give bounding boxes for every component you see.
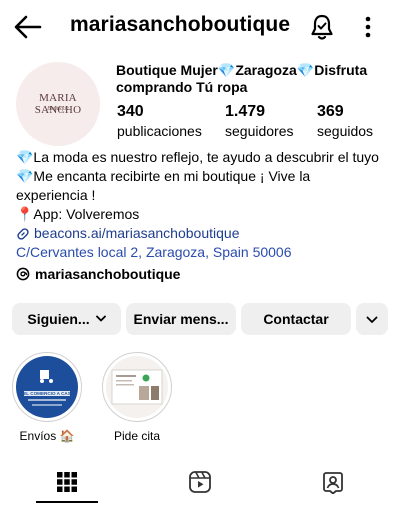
- highlight-label: Envíos 🏠: [19, 429, 75, 443]
- highlight-pide-cita-cover: [106, 356, 168, 418]
- bio-address[interactable]: C/Cervantes local 2, Zaragoza, Spain 500…: [16, 243, 392, 262]
- bio-line: 📍App: Volveremos: [16, 206, 140, 222]
- stat-followers-value: 1.479: [225, 103, 266, 120]
- link-icon: [17, 227, 29, 240]
- delivery-scooter-icon: [24, 370, 70, 406]
- stat-followers-label: seguidores: [225, 123, 294, 139]
- reels-icon: [188, 470, 211, 493]
- highlight-pide-cita[interactable]: Pide cita: [100, 352, 174, 443]
- top-bar: mariasanchoboutique: [0, 0, 400, 54]
- tab-reels[interactable]: [133, 460, 266, 503]
- stat-posts-label: publicaciones: [117, 123, 202, 139]
- profile-bio: 💎La moda es nuestro reflejo, te ayudo a …: [16, 148, 392, 262]
- profile-display-name: Boutique Mujer💎Zaragoza💎Disfruta compran…: [116, 62, 368, 95]
- highlight-envios[interactable]: DEL COMERCIO A CASA Envíos 🏠: [10, 352, 84, 443]
- back-icon[interactable]: [14, 14, 42, 40]
- following-button[interactable]: Siguien...: [12, 303, 121, 335]
- tab-tagged[interactable]: [266, 460, 399, 503]
- avatar-logo-text: MARIA SANCHO: [34, 92, 82, 116]
- profile-username: mariasanchoboutique: [70, 13, 291, 36]
- stat-followers[interactable]: 1.479 seguidores: [225, 102, 294, 140]
- message-button-label: Enviar mens...: [133, 311, 229, 327]
- bio-line: 💎Me encanta recibirte en mi boutique ¡ V…: [16, 168, 311, 184]
- suggested-dropdown-button[interactable]: [356, 303, 388, 335]
- stat-following-label: seguidos: [317, 123, 374, 139]
- tagged-icon: [322, 471, 343, 494]
- profile-tabs: [0, 460, 400, 505]
- chevron-down-icon: [95, 314, 106, 325]
- stat-following-value: 369: [317, 103, 344, 120]
- chevron-down-icon: [366, 311, 378, 327]
- stat-following[interactable]: 369 seguidos: [317, 102, 373, 140]
- threads-icon: [16, 267, 30, 281]
- active-tab-indicator: [36, 501, 98, 503]
- highlight-label: Pide cita: [113, 429, 161, 443]
- highlight-envios-inner-title: DEL COMERCIO A CASA: [19, 391, 75, 396]
- tab-grid[interactable]: [0, 460, 133, 503]
- stat-posts-value: 340: [117, 103, 144, 120]
- bio-link[interactable]: beacons.ai/mariasanchoboutique: [16, 224, 392, 243]
- highlight-envios-cover: DEL COMERCIO A CASA: [16, 356, 78, 418]
- bio-line: experiencia !: [16, 187, 96, 203]
- message-button[interactable]: Enviar mens...: [126, 303, 236, 335]
- grid-icon: [56, 471, 77, 492]
- bio-link-text[interactable]: beacons.ai/mariasanchoboutique: [34, 224, 239, 243]
- more-vertical-icon[interactable]: [358, 14, 378, 40]
- appointment-icon: [111, 369, 163, 405]
- threads-badge[interactable]: mariasanchoboutique: [16, 266, 180, 282]
- contact-button-label: Contactar: [263, 311, 329, 327]
- stat-posts[interactable]: 340 publicaciones: [117, 102, 202, 140]
- threads-handle: mariasanchoboutique: [35, 266, 181, 282]
- contact-button[interactable]: Contactar: [241, 303, 351, 335]
- bio-line: 💎La moda es nuestro reflejo, te ayudo a …: [16, 149, 379, 165]
- following-button-label: Siguien...: [27, 311, 90, 327]
- avatar-logo-sub: Boutique: [47, 106, 69, 112]
- profile-avatar[interactable]: MARIA SANCHO Boutique: [16, 62, 100, 146]
- bell-icon[interactable]: [309, 13, 335, 41]
